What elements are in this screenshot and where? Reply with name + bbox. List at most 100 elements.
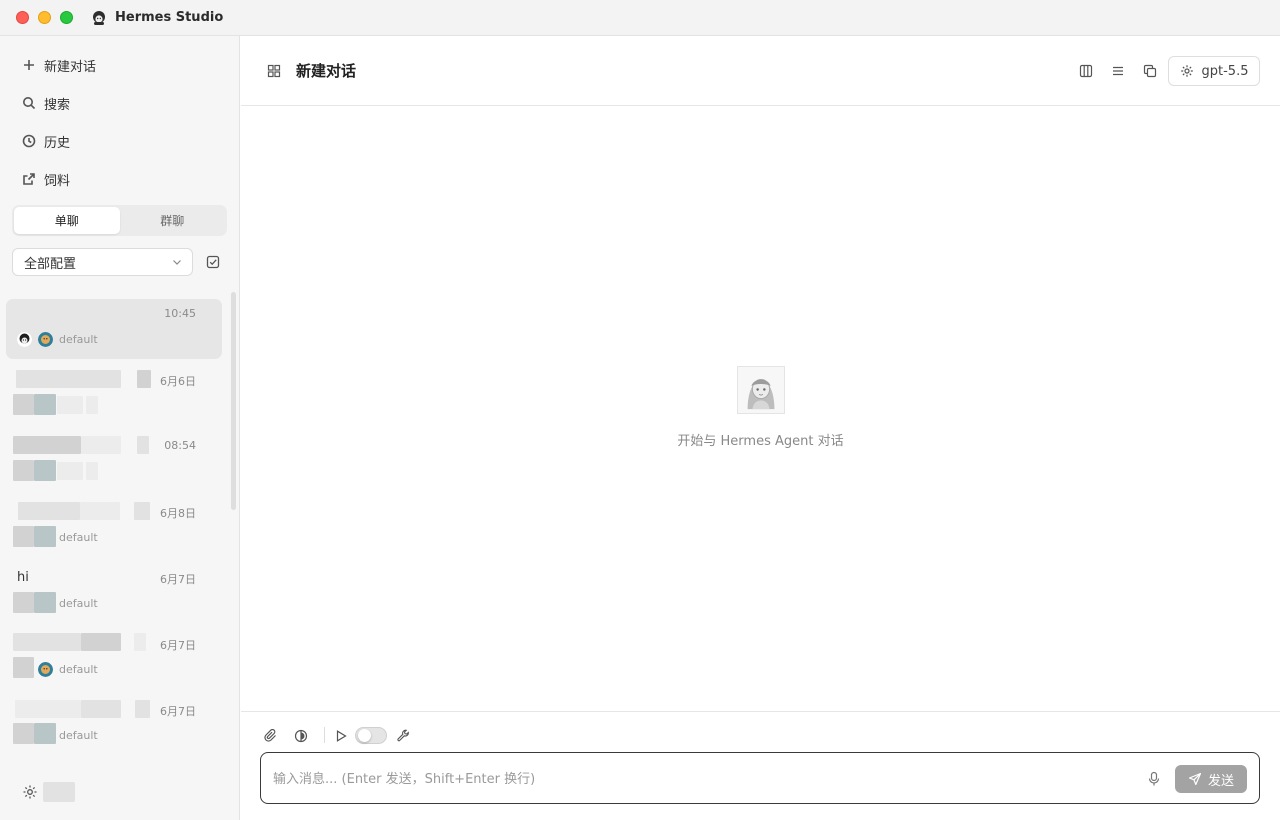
redacted-title	[137, 436, 149, 454]
conversation-time: 08:54	[164, 439, 196, 452]
play-icon[interactable]	[334, 729, 348, 743]
new-chat-label: 新建对话	[44, 59, 97, 75]
redacted-title	[13, 633, 81, 651]
config-filter-value: 全部配置	[24, 256, 77, 272]
conversation-item[interactable]: hi 6月7日 default	[6, 563, 222, 623]
conversation-list-scrollbar[interactable]	[231, 292, 236, 510]
tab-single-chat[interactable]: 单聊	[14, 207, 120, 234]
conversation-profile: default	[59, 597, 98, 610]
redacted-profile	[86, 396, 98, 414]
conversation-profile: default	[59, 531, 98, 544]
toolbar-divider	[324, 727, 325, 743]
send-label: 发送	[1207, 773, 1234, 789]
contrast-icon[interactable]	[294, 729, 308, 743]
search-button[interactable]: 搜索	[14, 88, 226, 118]
redacted-title	[135, 700, 150, 718]
chat-header: 新建对话 gpt-5.5	[241, 36, 1280, 106]
model-avatar-icon	[38, 332, 53, 347]
feed-button[interactable]: 饲料	[14, 164, 226, 194]
redacted-user-name[interactable]	[43, 782, 75, 802]
search-icon	[23, 97, 36, 110]
conversation-item[interactable]: 6月6日	[6, 365, 222, 425]
conversation-item[interactable]: 6月7日 default	[6, 629, 222, 689]
redacted-title	[134, 502, 150, 520]
app-title: Hermes Studio	[115, 10, 224, 25]
send-button[interactable]: 发送	[1175, 765, 1247, 793]
redacted-avatar	[13, 657, 34, 678]
redacted-avatar	[13, 723, 34, 744]
conversation-item[interactable]: 6月8日 default	[6, 497, 222, 557]
composer: 发送	[241, 711, 1280, 820]
sparkle-icon	[1180, 65, 1193, 77]
conversation-time: 6月6日	[160, 375, 196, 388]
toggle-knob	[358, 729, 371, 742]
redacted-avatar	[34, 592, 56, 613]
zoom-window-button[interactable]	[60, 11, 73, 24]
title-bar: Hermes Studio	[0, 0, 1280, 36]
gear-icon[interactable]	[22, 784, 38, 800]
conversation-time: 6月8日	[160, 507, 196, 520]
message-input[interactable]	[273, 767, 1133, 791]
paperclip-icon[interactable]	[264, 729, 278, 743]
search-label: 搜索	[44, 97, 71, 113]
clock-icon	[22, 134, 36, 148]
window-controls	[16, 11, 73, 24]
multi-select-checkbox-icon[interactable]	[206, 255, 220, 269]
redacted-title	[81, 436, 121, 454]
redacted-profile	[57, 396, 83, 414]
redacted-avatar	[34, 394, 56, 415]
agent-avatar-icon	[17, 332, 32, 347]
redacted-avatar	[34, 526, 56, 547]
conversation-profile: default	[59, 729, 98, 742]
microphone-icon[interactable]	[1147, 771, 1161, 787]
redacted-avatar	[13, 526, 34, 547]
redacted-profile	[86, 462, 98, 480]
redacted-title	[80, 502, 120, 520]
conversation-time: 10:45	[164, 307, 196, 320]
conversation-item[interactable]: 08:54	[6, 431, 222, 491]
conversation-time: 6月7日	[160, 705, 196, 718]
wrench-icon[interactable]	[396, 729, 410, 743]
conversation-title: hi	[17, 570, 29, 585]
feed-label: 饲料	[44, 173, 71, 189]
redacted-title	[15, 700, 81, 718]
chat-type-tabs: 单聊 群聊	[12, 205, 227, 236]
redacted-avatar	[34, 723, 56, 744]
redacted-avatar	[13, 460, 34, 481]
conversation-item[interactable]: 6月7日 default	[6, 695, 222, 755]
send-icon	[1188, 772, 1202, 786]
config-filter-select[interactable]: 全部配置	[12, 248, 193, 276]
close-window-button[interactable]	[16, 11, 29, 24]
redacted-title	[13, 436, 81, 454]
grid-icon[interactable]	[267, 64, 281, 78]
chevron-down-icon	[173, 260, 181, 265]
redacted-title	[134, 633, 146, 651]
sidebar: 新建对话 搜索 历史 饲料 单聊 群聊 全部配置 10:45 default 6…	[0, 36, 240, 820]
model-avatar-icon	[38, 662, 53, 677]
list-icon[interactable]	[1111, 64, 1125, 78]
conversation-item[interactable]: 10:45 default	[6, 299, 222, 359]
message-input-box: 发送	[260, 752, 1260, 804]
redacted-avatar	[34, 460, 56, 481]
copy-icon[interactable]	[1143, 64, 1157, 78]
redacted-title	[18, 502, 80, 520]
redacted-title	[137, 370, 151, 388]
redacted-avatar	[13, 592, 34, 613]
agent-avatar-icon	[736, 366, 785, 414]
conversation-time: 6月7日	[160, 573, 196, 586]
redacted-avatar	[13, 394, 34, 415]
minimize-window-button[interactable]	[38, 11, 51, 24]
history-button[interactable]: 历史	[14, 126, 226, 156]
model-selector-button[interactable]: gpt-5.5	[1168, 56, 1260, 86]
redacted-title	[16, 370, 121, 388]
conversation-profile: default	[59, 333, 98, 346]
conversation-profile: default	[59, 663, 98, 676]
auto-mode-toggle[interactable]	[355, 727, 387, 744]
tab-group-chat[interactable]: 群聊	[120, 207, 226, 234]
conversation-time: 6月7日	[160, 639, 196, 652]
external-link-icon	[23, 173, 35, 185]
empty-state: 开始与 Hermes Agent 对话	[241, 366, 1280, 449]
columns-icon[interactable]	[1079, 64, 1093, 78]
plus-icon	[24, 60, 34, 70]
new-chat-button[interactable]: 新建对话	[14, 50, 226, 80]
